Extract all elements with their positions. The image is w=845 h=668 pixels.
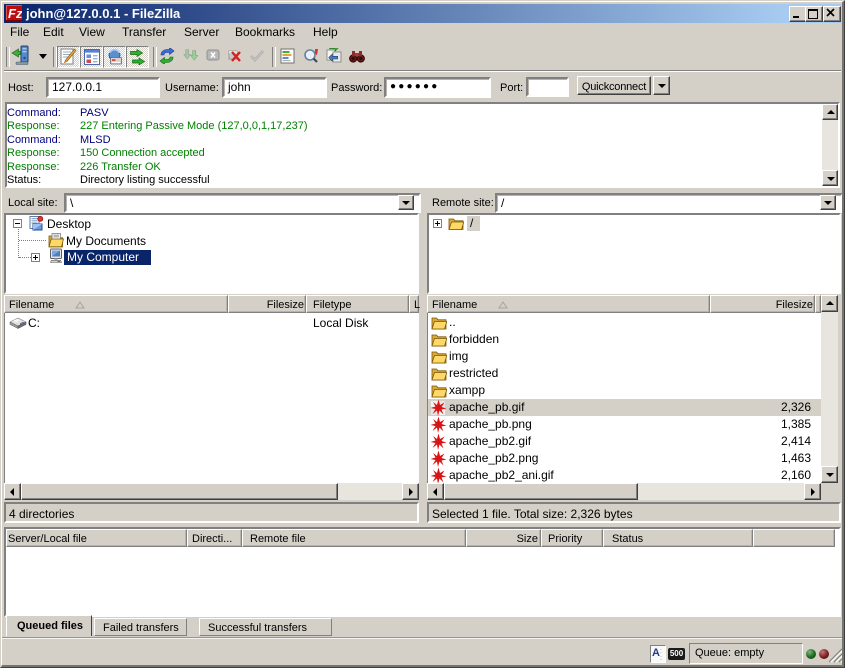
svg-text:Fz: Fz [8,6,22,21]
